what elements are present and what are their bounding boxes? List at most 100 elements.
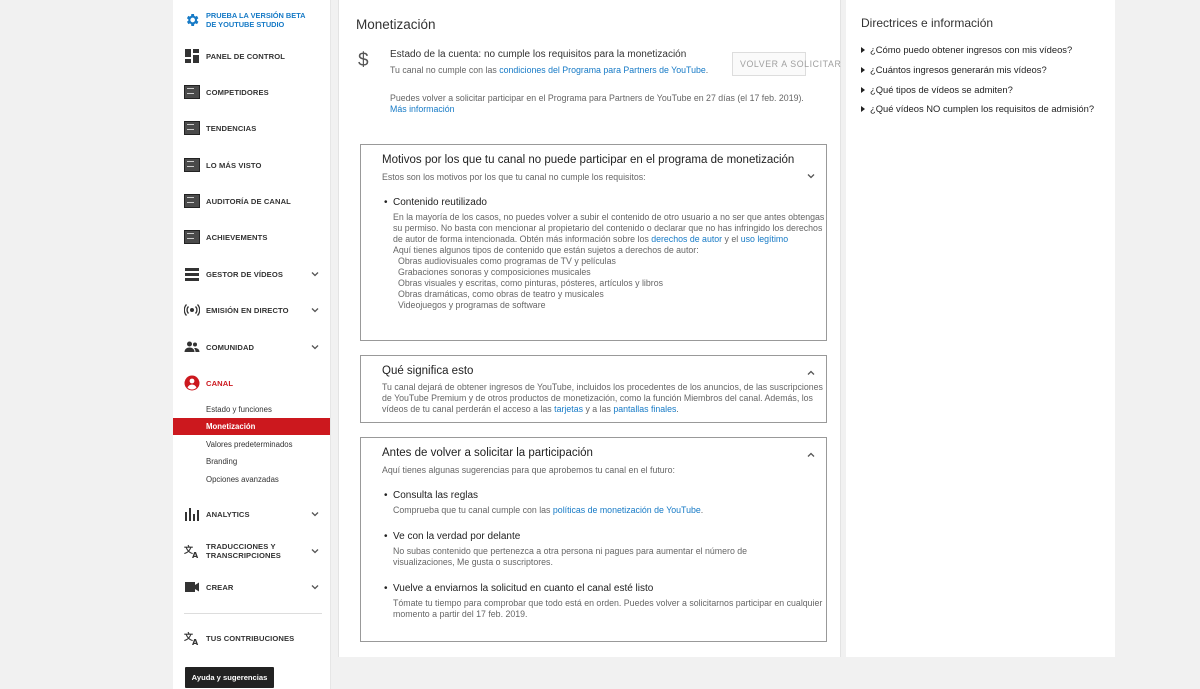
svg-text:A: A [192, 551, 199, 559]
sidebar-subitem-estado[interactable]: Estado y funciones [173, 401, 330, 418]
cards-link[interactable]: tarjetas [554, 404, 583, 414]
partner-program-terms-link[interactable]: condiciones del Programa para Partners d… [499, 65, 706, 75]
sidebar-subitem-branding[interactable]: Branding [173, 453, 330, 470]
sidebar-item-emision[interactable]: EMISIÓN EN DIRECTO [173, 292, 330, 328]
tip-title: Vuelve a enviarnos la solicitud en cuant… [384, 583, 653, 594]
sidebar-item-dashboard[interactable]: PANEL DE CONTROL [173, 38, 330, 74]
sidebar-subitem-valores[interactable]: Valores predeterminados [173, 436, 330, 453]
meaning-text: Tu canal dejará de obtener ingresos de Y… [382, 382, 823, 414]
chevron-down-icon[interactable] [806, 171, 816, 181]
sidebar-item-label: CREAR [206, 582, 234, 592]
help-feedback-button[interactable]: Ayuda y sugerencias [185, 667, 274, 688]
sidebar: PRUEBA LA VERSIÓN BETA DE YOUTUBE STUDIO… [173, 0, 331, 689]
gear-icon [186, 14, 199, 26]
list-item: Obras audiovisuales como programas de TV… [398, 256, 616, 266]
sidebar-item-label: PANEL DE CONTROL [206, 51, 285, 61]
reason-item-text: En la mayoría de los casos, no puedes vo… [393, 212, 825, 311]
sidebar-item-label: TENDENCIAS [206, 123, 257, 133]
before-reapply-subtitle: Aquí tienes algunas sugerencias para que… [382, 465, 675, 475]
right-column-background [846, 536, 1115, 657]
community-icon [184, 341, 200, 352]
sidebar-item-tendencias[interactable]: TENDENCIAS [173, 110, 330, 146]
sidebar-item-canal[interactable]: CANAL [173, 365, 330, 401]
extension-icon [184, 121, 200, 135]
sidebar-item-label: EMISIÓN EN DIRECTO [206, 305, 289, 315]
sidebar-item-analytics[interactable]: ANALYTICS [173, 496, 330, 532]
reasons-title: Motivos por los que tu canal no puede pa… [382, 154, 795, 166]
list-item: Obras dramáticas, como obras de teatro y… [398, 289, 604, 299]
list-item: Videojuegos y programas de software [398, 300, 546, 310]
triangle-right-icon [861, 47, 865, 53]
page-title: Monetización [356, 17, 436, 32]
live-icon [184, 304, 200, 316]
tip-text: No subas contenido que pertenezca a otra… [393, 546, 748, 567]
chevron-down-icon [311, 549, 319, 554]
analytics-icon [185, 508, 199, 521]
chevron-up-icon[interactable] [806, 450, 816, 460]
chevron-down-icon [311, 308, 319, 313]
account-status-title: Estado de la cuenta: no cumple los requi… [390, 49, 687, 60]
sidebar-item-label: LO MÁS VISTO [206, 160, 262, 170]
sidebar-item-achievements[interactable]: ACHIEVEMENTS [173, 219, 330, 255]
sidebar-item-label: GESTOR DE VÍDEOS [206, 269, 283, 279]
beta-label: PRUEBA LA VERSIÓN BETA DE YOUTUBE STUDIO [206, 11, 306, 29]
sidebar-item-label: AUDITORÍA DE CANAL [206, 196, 291, 206]
tip-title: Ve con la verdad por delante [384, 531, 520, 542]
sidebar-item-auditoria[interactable]: AUDITORÍA DE CANAL [173, 183, 330, 219]
faq-link[interactable]: ¿Qué tipos de vídeos se admiten? [861, 84, 1013, 95]
reapply-button[interactable]: VOLVER A SOLICITAR [732, 52, 841, 76]
beta-studio-link[interactable]: PRUEBA LA VERSIÓN BETA DE YOUTUBE STUDIO [173, 5, 330, 35]
sidebar-item-gestor-videos[interactable]: GESTOR DE VÍDEOS [173, 256, 330, 292]
end-screens-link[interactable]: pantallas finales [613, 404, 676, 414]
main-panel: Monetización $ Estado de la cuenta: no c… [338, 0, 841, 657]
sidebar-item-contribuciones[interactable]: 文A TUS CONTRIBUCIONES [173, 620, 330, 656]
sidebar-item-label: ANALYTICS [206, 509, 250, 519]
reapply-note: Puedes volver a solicitar participar en … [390, 93, 804, 114]
sidebar-item-comunidad[interactable]: COMUNIDAD [173, 329, 330, 365]
meaning-panel: Qué significa esto Tu canal dejará de ob… [360, 355, 827, 423]
faq-link[interactable]: ¿Cuántos ingresos generarán mis vídeos? [861, 64, 1047, 75]
sidebar-divider [184, 613, 322, 614]
chevron-down-icon [311, 585, 319, 590]
chevron-down-icon [311, 272, 319, 277]
chevron-down-icon [311, 512, 319, 517]
translate-icon: 文A [184, 544, 199, 559]
reasons-subtitle: Estos son los motivos por los que tu can… [382, 172, 646, 182]
chevron-down-icon [311, 345, 319, 350]
video-manager-icon [185, 268, 199, 281]
sidebar-item-lo-mas-visto[interactable]: LO MÁS VISTO [173, 147, 330, 183]
monetization-policies-link[interactable]: políticas de monetización de YouTube [553, 505, 701, 515]
sidebar-item-label: COMUNIDAD [206, 342, 255, 352]
before-reapply-title: Antes de volver a solicitar la participa… [382, 447, 593, 459]
meaning-title: Qué significa esto [382, 365, 474, 377]
copyright-list: Obras audiovisuales como programas de TV… [393, 256, 825, 311]
sidebar-item-label: TRADUCCIONES Y TRANSCRIPCIONES [206, 542, 281, 560]
sidebar-subitem-monetizacion[interactable]: Monetización [173, 418, 330, 435]
reason-item-title: Contenido reutilizado [384, 197, 487, 208]
sidebar-item-crear[interactable]: CREAR [173, 569, 330, 605]
chevron-up-icon[interactable] [806, 368, 816, 378]
sidebar-item-label: TUS CONTRIBUCIONES [206, 633, 295, 643]
fair-use-link[interactable]: uso legítimo [741, 234, 788, 244]
svg-text:A: A [192, 638, 199, 646]
list-item: Grabaciones sonoras y composiciones musi… [398, 267, 591, 277]
translate-icon: 文A [184, 631, 199, 646]
extension-icon [184, 158, 200, 172]
more-info-link[interactable]: Más información [390, 104, 455, 114]
copyright-link[interactable]: derechos de autor [651, 234, 722, 244]
sidebar-item-traducciones[interactable]: 文A TRADUCCIONES Y TRANSCRIPCIONES [173, 533, 330, 569]
tip-text: Comprueba que tu canal cumple con las po… [393, 505, 704, 515]
sidebar-item-label: ACHIEVEMENTS [206, 232, 268, 242]
faq-link[interactable]: ¿Qué vídeos NO cumplen los requisitos de… [861, 103, 1094, 114]
copyright-list-intro: Aquí tienes algunos tipos de contenido q… [393, 245, 699, 255]
sidebar-subitem-avanzadas[interactable]: Opciones avanzadas [173, 471, 330, 488]
triangle-right-icon [861, 67, 865, 73]
guidelines-panel: Directrices e información ¿Cómo puedo ob… [846, 0, 1115, 536]
faq-link[interactable]: ¿Cómo puedo obtener ingresos con mis víd… [861, 44, 1072, 55]
reasons-panel: Motivos por los que tu canal no puede pa… [360, 144, 827, 341]
sidebar-item-competidores[interactable]: COMPETIDORES [173, 74, 330, 110]
tip-text: Tómate tu tiempo para comprobar que todo… [393, 598, 823, 619]
extension-icon [184, 85, 200, 99]
sidebar-item-label: COMPETIDORES [206, 87, 269, 97]
dollar-icon: $ [358, 50, 369, 71]
